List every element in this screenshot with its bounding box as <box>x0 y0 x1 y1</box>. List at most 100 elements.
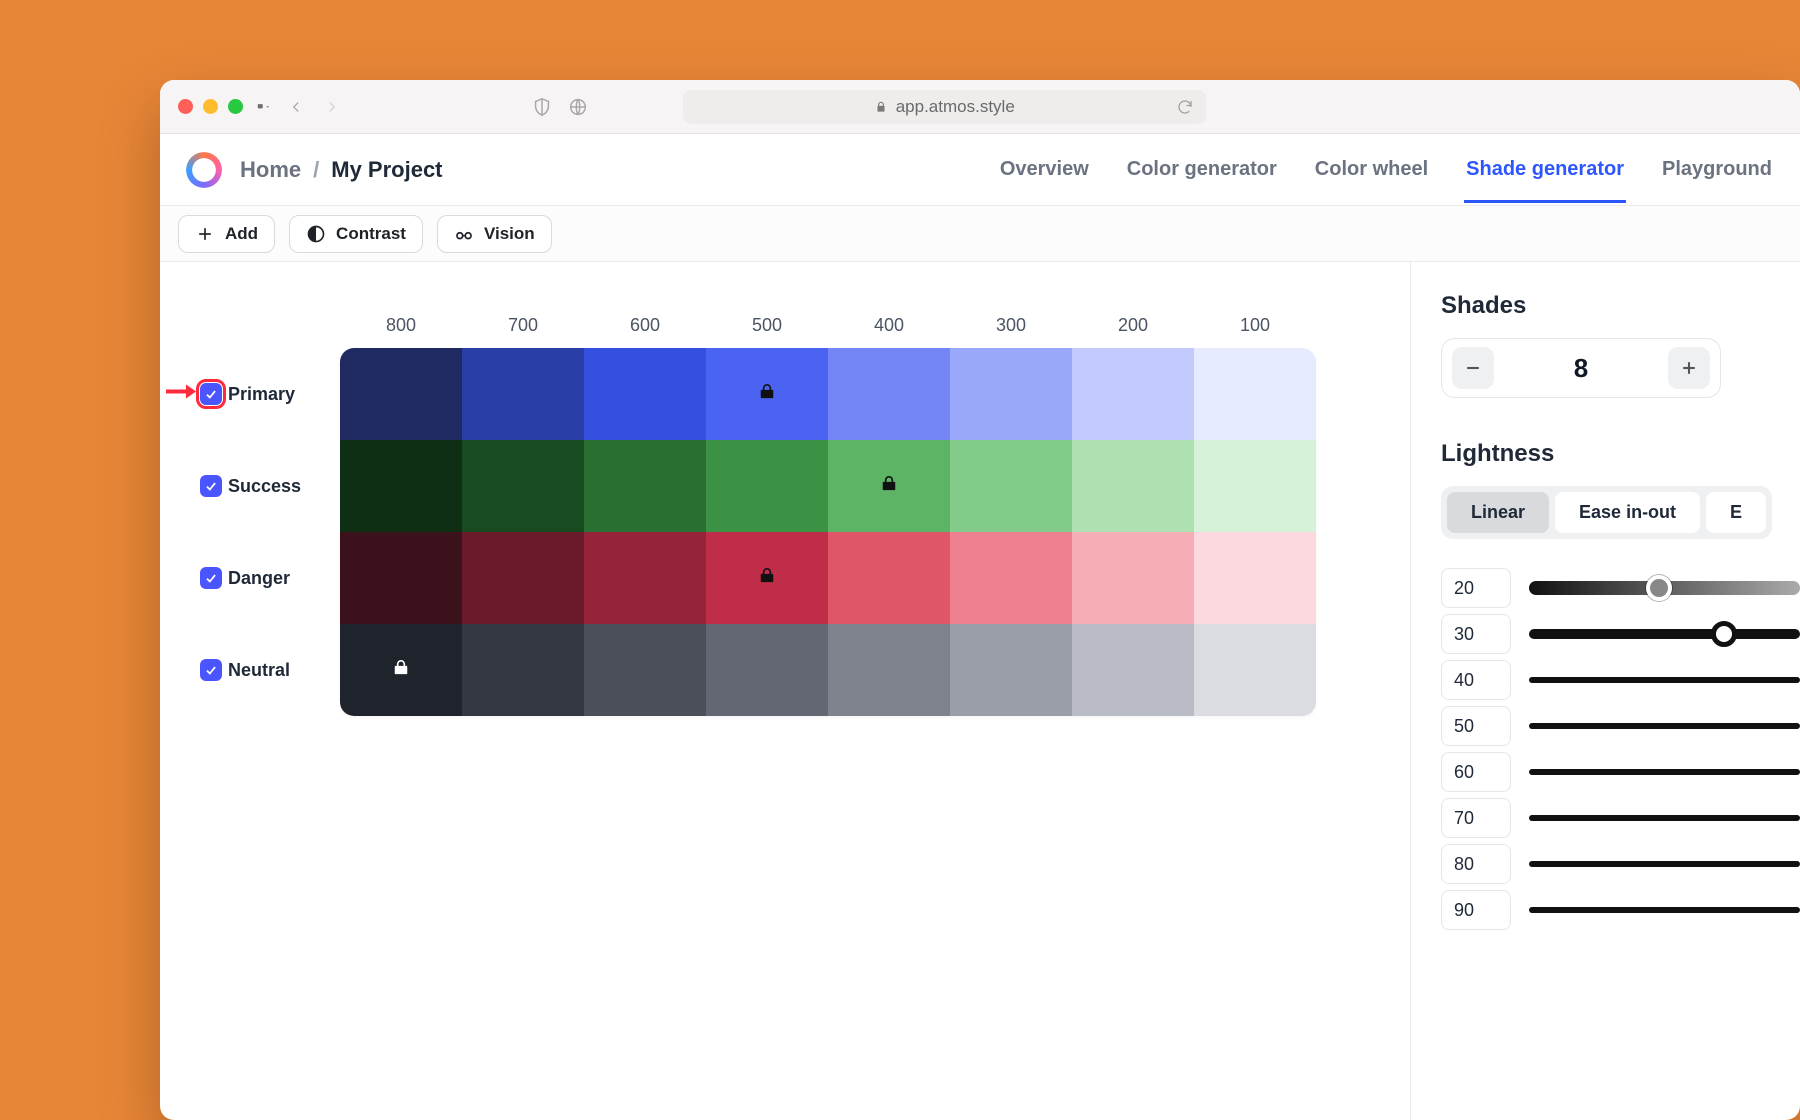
slider-value-input[interactable]: 50 <box>1441 706 1511 746</box>
slider-value-input[interactable]: 80 <box>1441 844 1511 884</box>
slider-track[interactable] <box>1529 907 1800 913</box>
row-visibility-checkbox[interactable] <box>200 383 222 405</box>
row-name: Danger <box>228 568 290 589</box>
shade-cell[interactable] <box>340 532 462 624</box>
minimize-window-button[interactable] <box>203 99 218 114</box>
shade-cell[interactable] <box>828 532 950 624</box>
shade-cell[interactable] <box>462 348 584 440</box>
column-header: 200 <box>1072 315 1194 336</box>
lightness-slider-row: 30 <box>1441 611 1800 657</box>
shade-cell[interactable] <box>828 624 950 716</box>
shade-cell[interactable] <box>828 440 950 532</box>
lightness-slider-row: 60 <box>1441 749 1800 795</box>
row-visibility-checkbox[interactable] <box>200 475 222 497</box>
traffic-lights <box>178 99 243 114</box>
forward-button[interactable] <box>321 96 343 118</box>
privacy-shield-icon[interactable] <box>531 96 553 118</box>
vision-button[interactable]: Vision <box>437 215 552 253</box>
row-visibility-checkbox[interactable] <box>200 659 222 681</box>
row-visibility-checkbox[interactable] <box>200 567 222 589</box>
shade-cell[interactable] <box>340 624 462 716</box>
minus-icon <box>1463 358 1483 378</box>
row-label-danger: Danger <box>160 532 340 624</box>
add-button[interactable]: Add <box>178 215 275 253</box>
site-settings-icon[interactable] <box>567 96 589 118</box>
shade-cell[interactable] <box>706 624 828 716</box>
slider-track[interactable] <box>1529 769 1800 775</box>
nav-tab-shade-generator[interactable]: Shade generator <box>1464 136 1626 203</box>
shade-cell[interactable] <box>1194 624 1316 716</box>
sidebar-toggle-button[interactable] <box>257 101 271 113</box>
slider-track[interactable] <box>1529 581 1800 595</box>
slider-track[interactable] <box>1529 677 1800 683</box>
shade-cell[interactable] <box>340 348 462 440</box>
slider-value-input[interactable]: 90 <box>1441 890 1511 930</box>
curve-tab-extra[interactable]: E <box>1706 492 1766 533</box>
shades-increment-button[interactable] <box>1668 347 1710 389</box>
shade-cell[interactable] <box>950 532 1072 624</box>
slider-track[interactable] <box>1529 861 1800 867</box>
shade-cell[interactable] <box>1072 532 1194 624</box>
shade-cell[interactable] <box>950 624 1072 716</box>
address-bar-text: app.atmos.style <box>896 97 1015 117</box>
back-button[interactable] <box>285 96 307 118</box>
curve-tab-ease[interactable]: Ease in-out <box>1555 492 1700 533</box>
shade-cell[interactable] <box>462 532 584 624</box>
shades-stepper: 8 <box>1441 338 1721 398</box>
shade-cell[interactable] <box>584 624 706 716</box>
close-window-button[interactable] <box>178 99 193 114</box>
slider-value-input[interactable]: 40 <box>1441 660 1511 700</box>
shade-cell[interactable] <box>1072 348 1194 440</box>
slider-track[interactable] <box>1529 815 1800 821</box>
shade-cell[interactable] <box>340 440 462 532</box>
shade-cell[interactable] <box>706 440 828 532</box>
row-label-primary: Primary <box>160 348 340 440</box>
slider-value-input[interactable]: 70 <box>1441 798 1511 838</box>
shades-decrement-button[interactable] <box>1452 347 1494 389</box>
nav-tab-color-wheel[interactable]: Color wheel <box>1313 136 1430 203</box>
slider-value-input[interactable]: 30 <box>1441 614 1511 654</box>
app-logo[interactable] <box>186 152 222 188</box>
shade-cell[interactable] <box>1194 440 1316 532</box>
shade-cell[interactable] <box>1194 348 1316 440</box>
shade-cell[interactable] <box>706 348 828 440</box>
reload-button[interactable] <box>1174 96 1196 118</box>
slider-track[interactable] <box>1529 723 1800 729</box>
shade-cell[interactable] <box>1072 440 1194 532</box>
shade-cell[interactable] <box>950 440 1072 532</box>
contrast-button[interactable]: Contrast <box>289 215 423 253</box>
shade-cell[interactable] <box>950 348 1072 440</box>
contrast-icon <box>306 224 326 244</box>
slider-value-input[interactable]: 20 <box>1441 568 1511 608</box>
slider-thumb[interactable] <box>1711 621 1737 647</box>
shade-cell[interactable] <box>706 532 828 624</box>
shade-row <box>340 624 1316 716</box>
main-nav: Overview Color generator Color wheel Shade … <box>998 136 1774 203</box>
annotation-arrow-icon <box>166 382 196 407</box>
nav-tab-color-generator[interactable]: Color generator <box>1125 136 1279 203</box>
column-header: 100 <box>1194 315 1316 336</box>
shade-cell[interactable] <box>584 440 706 532</box>
curve-tab-linear[interactable]: Linear <box>1447 492 1549 533</box>
lightness-sliders: 20 30 40 50 60 70 80 90 <box>1441 565 1800 933</box>
nav-tab-overview[interactable]: Overview <box>998 136 1091 203</box>
lightness-slider-row: 70 <box>1441 795 1800 841</box>
shade-cell[interactable] <box>584 532 706 624</box>
slider-thumb[interactable] <box>1646 575 1672 601</box>
slider-value-input[interactable]: 60 <box>1441 752 1511 792</box>
zoom-window-button[interactable] <box>228 99 243 114</box>
shade-cell[interactable] <box>828 348 950 440</box>
address-bar[interactable]: app.atmos.style <box>683 90 1206 124</box>
column-header: 600 <box>584 315 706 336</box>
side-panel: Shades 8 Lightness Linear Ease in-out E … <box>1410 262 1800 1120</box>
breadcrumb-home[interactable]: Home <box>240 157 301 183</box>
slider-track[interactable] <box>1529 629 1800 639</box>
shade-cell[interactable] <box>1072 624 1194 716</box>
shade-cell[interactable] <box>1194 532 1316 624</box>
shade-cell[interactable] <box>462 440 584 532</box>
lock-icon <box>757 566 777 591</box>
lightness-heading: Lightness <box>1441 440 1800 468</box>
shade-cell[interactable] <box>462 624 584 716</box>
shade-cell[interactable] <box>584 348 706 440</box>
nav-tab-playground[interactable]: Playground <box>1660 136 1774 203</box>
